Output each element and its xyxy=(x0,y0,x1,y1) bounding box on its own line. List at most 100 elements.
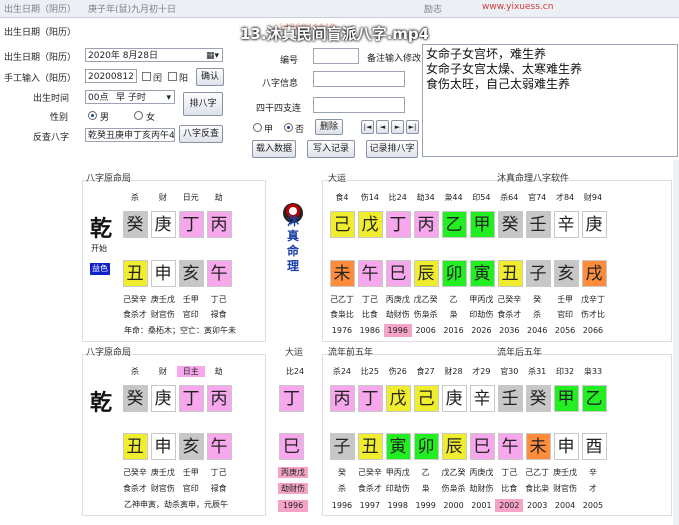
dayun-stem-tile[interactable]: 丙 xyxy=(413,211,439,238)
dy-branch[interactable]: 巳 xyxy=(279,433,304,460)
sizhu-input[interactable] xyxy=(313,97,405,113)
heavenly-stem-tile[interactable]: 癸 xyxy=(122,385,148,412)
dayun-branch-tile[interactable]: 子 xyxy=(525,260,551,287)
earthly-branch-tile[interactable]: 午 xyxy=(206,433,232,460)
liunian-stem-tile[interactable]: 丙 xyxy=(329,385,355,412)
reverse-input[interactable]: 乾癸丑庚申丁亥丙午4 xyxy=(85,128,175,142)
bazi-info-input[interactable] xyxy=(313,71,405,87)
birth-time-select[interactable]: 00点 早 子时 ▾ xyxy=(85,90,175,104)
dayun-stem-tile[interactable]: 壬 xyxy=(525,211,551,238)
liunian-branch-tile[interactable]: 丑 xyxy=(357,433,383,460)
dayun-branch-tile[interactable]: 辰 xyxy=(413,260,439,287)
color-badge[interactable]: 益色 xyxy=(90,263,110,275)
gender-label: 性别 xyxy=(50,113,69,123)
liunian-stem-tile[interactable]: 壬 xyxy=(497,385,523,412)
heavenly-stem-tile[interactable]: 丁 xyxy=(178,211,204,238)
heavenly-stem-tile[interactable]: 庚 xyxy=(150,211,176,238)
heavenly-stem-tile[interactable]: 丙 xyxy=(206,385,232,412)
heavenly-stem-tile[interactable]: 癸 xyxy=(122,211,148,238)
dayun-hidden-gods: 比食 xyxy=(361,310,378,319)
dy-stem[interactable]: 丁 xyxy=(279,385,304,412)
liunian-branch-tile[interactable]: 午 xyxy=(497,433,523,460)
male-radio[interactable] xyxy=(88,111,97,120)
dy-hidden-god: 劫财伤 xyxy=(278,483,308,494)
dayun-stem-tile[interactable]: 戊 xyxy=(357,211,383,238)
liunian-hidden-stems: 乙 xyxy=(421,468,430,477)
nav-prev-button[interactable]: ◄ xyxy=(376,120,389,134)
dayun-branch-tile[interactable]: 未 xyxy=(329,260,355,287)
earthly-branch-tile[interactable]: 丑 xyxy=(122,260,148,287)
liunian-branch-tile[interactable]: 酉 xyxy=(581,433,607,460)
female-radio[interactable] xyxy=(134,111,143,120)
dayun-stem-tile[interactable]: 庚 xyxy=(581,211,607,238)
leap-checkbox[interactable] xyxy=(142,72,151,81)
liunian-stem-tile[interactable]: 辛 xyxy=(469,385,495,412)
nav-first-button[interactable]: |◄ xyxy=(361,120,374,134)
liunian-year: 1998 xyxy=(387,501,408,510)
yang-checkbox[interactable] xyxy=(168,72,177,81)
scrollbar[interactable] xyxy=(673,160,679,525)
liunian-god-label: 伤26 xyxy=(388,367,407,376)
fou-radio[interactable] xyxy=(284,123,293,132)
ten-god-label: 劫 xyxy=(214,367,223,376)
dayun-hidden-gods: 伤才比 xyxy=(580,310,605,319)
dayun-stem-tile[interactable]: 乙 xyxy=(441,211,467,238)
nav-next-button[interactable]: ► xyxy=(391,120,404,134)
dayun-stem-tile[interactable]: 癸 xyxy=(497,211,523,238)
confirm-button[interactable]: 确认 xyxy=(196,68,224,86)
hidden-gods: 食杀才 xyxy=(122,484,147,493)
sizhu-label: 四干四支连 xyxy=(256,104,302,114)
dayun-stem-tile[interactable]: 甲 xyxy=(469,211,495,238)
heavenly-stem-tile[interactable]: 丁 xyxy=(178,385,204,412)
dayun-branch-tile[interactable]: 亥 xyxy=(553,260,579,287)
liunian-branch-tile[interactable]: 寅 xyxy=(385,433,411,460)
earthly-branch-tile[interactable]: 亥 xyxy=(178,260,204,287)
liunian-stem-tile[interactable]: 丁 xyxy=(357,385,383,412)
notes-textarea[interactable]: 女命子女宫坏，难生养 女命子女宫太燥、太寒难生养 食伤太旺，自己太弱难生养 xyxy=(422,44,678,157)
dayun-stem-tile[interactable]: 丁 xyxy=(385,211,411,238)
dayun-branch-tile[interactable]: 丑 xyxy=(497,260,523,287)
liunian-stem-tile[interactable]: 己 xyxy=(413,385,439,412)
nav-last-button[interactable]: ►| xyxy=(406,120,419,134)
liunian-branch-tile[interactable]: 辰 xyxy=(441,433,467,460)
paipan-button[interactable]: 排八字 xyxy=(183,92,223,116)
load-data-button[interactable]: 载入数据 xyxy=(252,140,296,158)
earthly-branch-tile[interactable]: 申 xyxy=(150,433,176,460)
manual-date-input[interactable]: 20200812 xyxy=(85,69,137,83)
earthly-branch-tile[interactable]: 申 xyxy=(150,260,176,287)
reverse-button[interactable]: 八字反查 xyxy=(179,125,223,143)
dayun-branch-tile[interactable]: 巳 xyxy=(385,260,411,287)
earthly-branch-tile[interactable]: 亥 xyxy=(178,433,204,460)
liunian-branch-tile[interactable]: 申 xyxy=(553,433,579,460)
dayun-stem-tile[interactable]: 己 xyxy=(329,211,355,238)
dayun-branch-tile[interactable]: 卯 xyxy=(441,260,467,287)
ten-god-label: 劫 xyxy=(214,193,223,202)
dayun-branch-tile[interactable]: 寅 xyxy=(469,260,495,287)
liunian-branch-tile[interactable]: 子 xyxy=(329,433,355,460)
liunian-stem-tile[interactable]: 乙 xyxy=(581,385,607,412)
liunian-stem-tile[interactable]: 戊 xyxy=(385,385,411,412)
heavenly-stem-tile[interactable]: 庚 xyxy=(150,385,176,412)
record-paipan-button[interactable]: 记录排八字 xyxy=(366,140,418,158)
liunian-branch-tile[interactable]: 巳 xyxy=(469,433,495,460)
dayun-stem-tile[interactable]: 辛 xyxy=(553,211,579,238)
dayun-branch-tile[interactable]: 午 xyxy=(357,260,383,287)
liunian-branch-tile[interactable]: 卯 xyxy=(413,433,439,460)
bianhao-input[interactable] xyxy=(313,48,359,64)
calendar-dropdown-icon[interactable]: ▦▾ xyxy=(206,49,219,61)
write-record-button[interactable]: 写入记录 xyxy=(307,140,355,158)
delete-button[interactable]: 删除 xyxy=(315,119,343,135)
liunian-stem-tile[interactable]: 甲 xyxy=(553,385,579,412)
liunian-stem-tile[interactable]: 癸 xyxy=(525,385,551,412)
liunian-hidden-gods: 才 xyxy=(588,484,597,493)
earthly-branch-tile[interactable]: 午 xyxy=(206,260,232,287)
jia-radio[interactable] xyxy=(253,123,262,132)
liunian-branch-tile[interactable]: 未 xyxy=(525,433,551,460)
solar-date-input[interactable]: 2020年 8月28日 ▦▾ xyxy=(85,48,223,62)
heavenly-stem-tile[interactable]: 丙 xyxy=(206,211,232,238)
brand-char: 沐 xyxy=(286,214,299,228)
dayun-branch-tile[interactable]: 戌 xyxy=(581,260,607,287)
liunian-stem-tile[interactable]: 庚 xyxy=(441,385,467,412)
earthly-branch-tile[interactable]: 丑 xyxy=(122,433,148,460)
hidden-stems: 己癸辛 xyxy=(122,468,147,477)
